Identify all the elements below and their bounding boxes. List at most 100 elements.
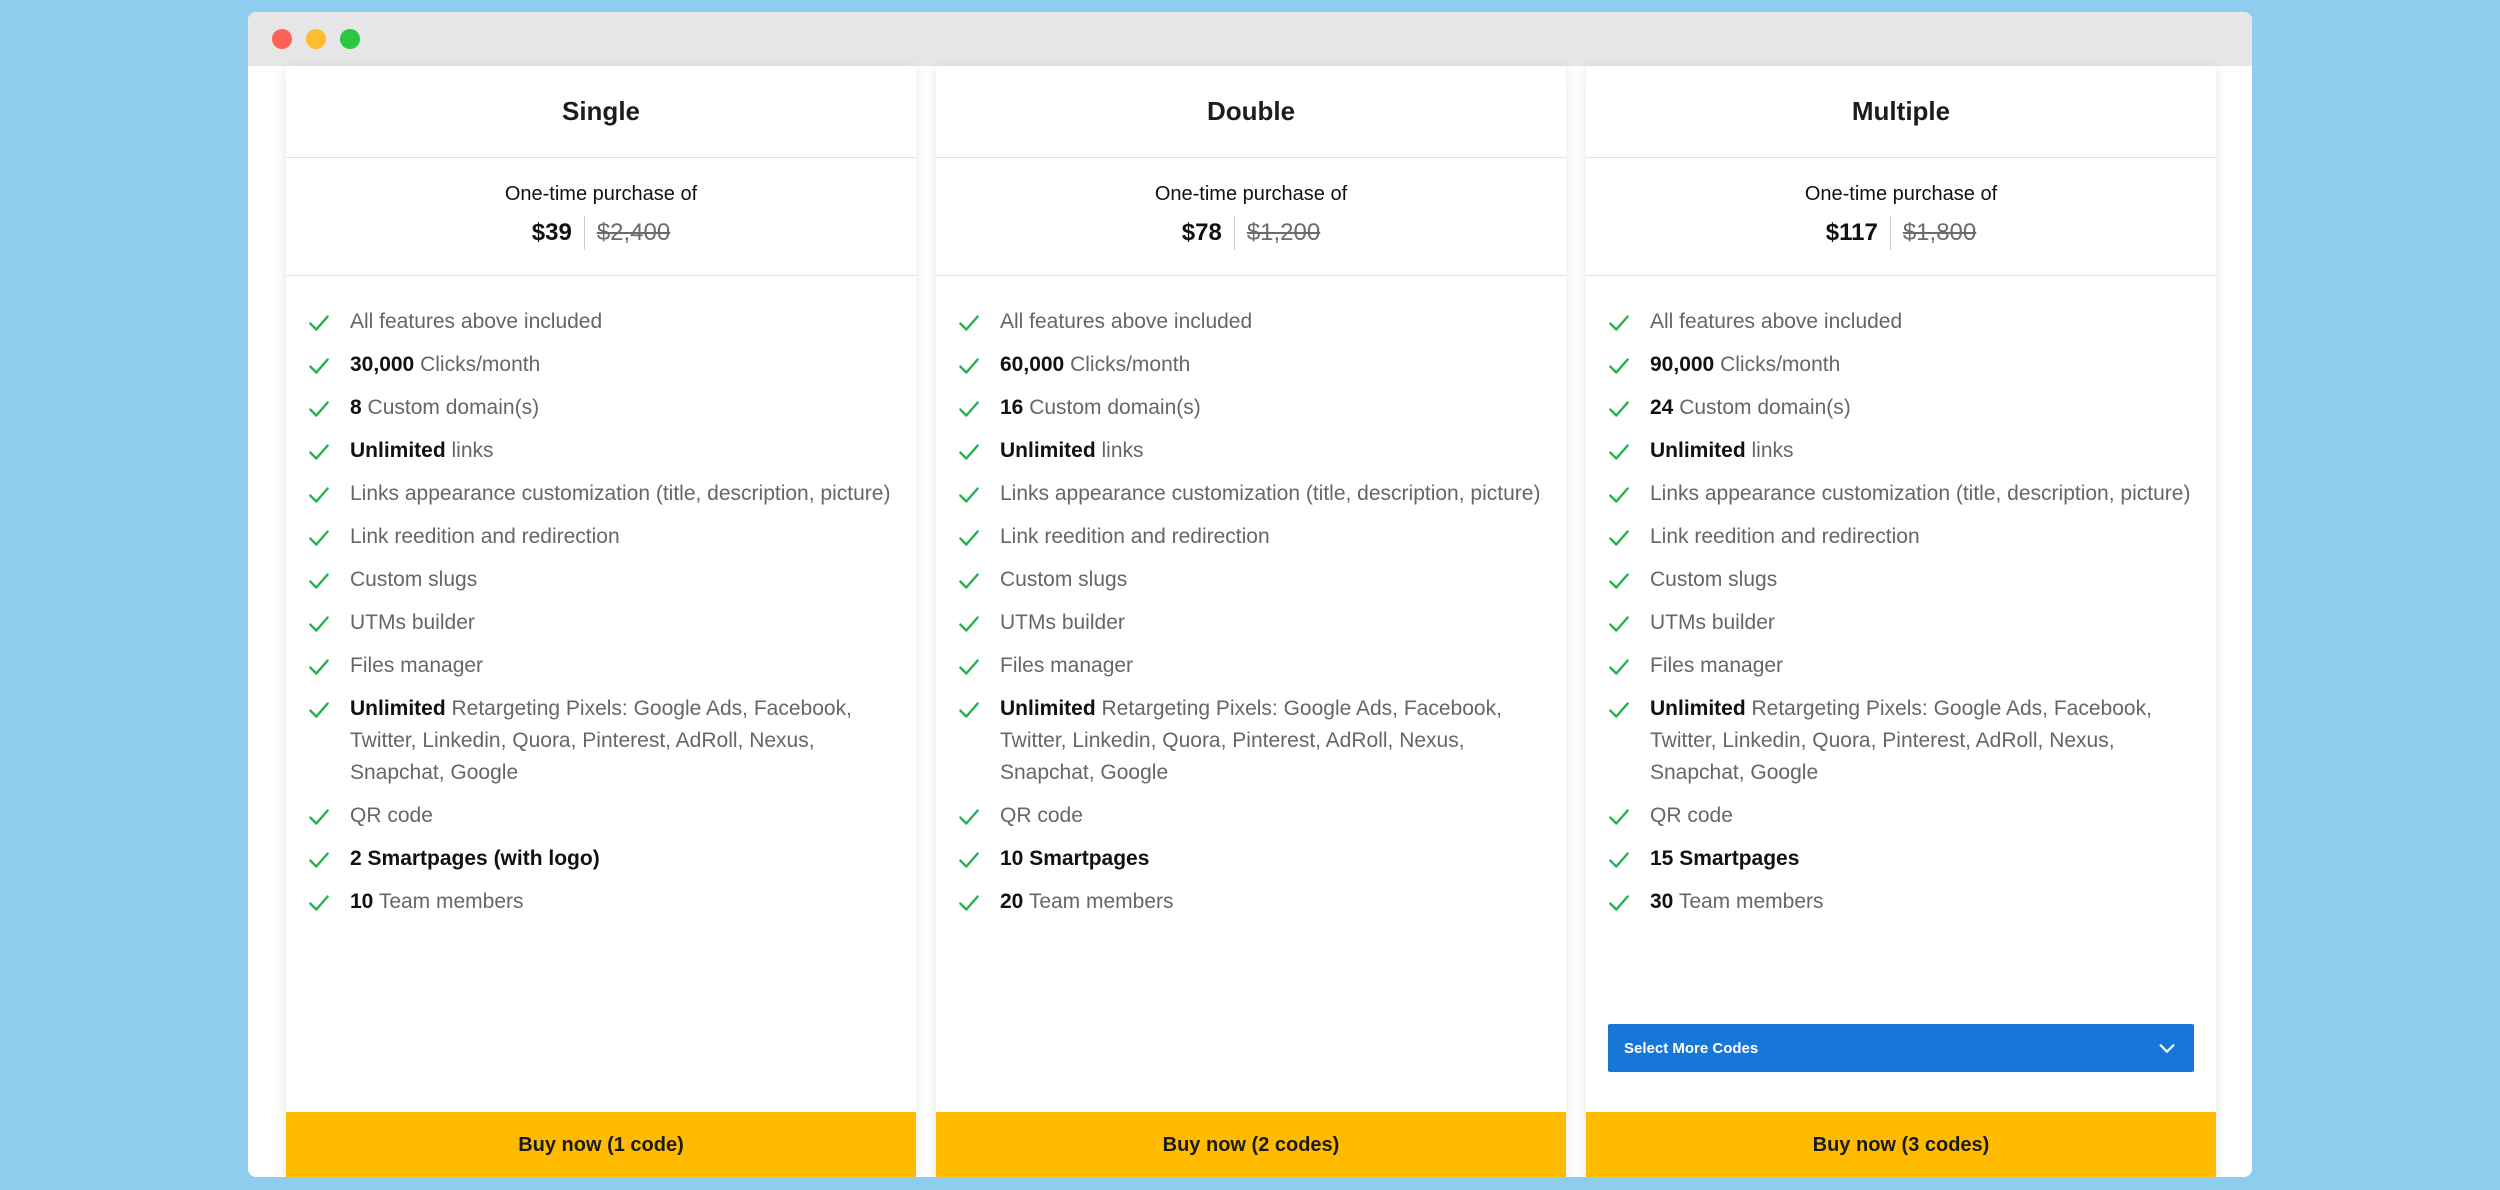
feature-list: All features above included 90,000 Clicks… xyxy=(1586,276,2216,929)
check-icon xyxy=(1609,659,1629,675)
feature-text: Link reedition and redirection xyxy=(1000,521,1270,553)
feature-item: Unlimited Retargeting Pixels: Google Ads… xyxy=(956,693,1546,789)
feature-description: Team members xyxy=(1023,890,1174,913)
feature-item: 10 Smartpages xyxy=(956,843,1546,875)
feature-description: Links appearance customization (title, d… xyxy=(350,482,891,505)
feature-item: 8 Custom domain(s) xyxy=(306,392,896,424)
check-icon xyxy=(959,852,979,868)
plan-title: Single xyxy=(286,66,916,158)
feature-description: Custom domain(s) xyxy=(1673,396,1851,419)
check-icon xyxy=(959,530,979,546)
feature-text: 2 Smartpages (with logo) xyxy=(350,843,600,875)
feature-text: 16 Custom domain(s) xyxy=(1000,392,1201,424)
price-original: $1,200 xyxy=(1246,219,1321,246)
feature-item: Unlimited Retargeting Pixels: Google Ads… xyxy=(1606,693,2196,789)
feature-text: All features above included xyxy=(1000,306,1252,338)
feature-description: Files manager xyxy=(1000,654,1134,677)
check-icon xyxy=(959,358,979,374)
feature-highlight: Unlimited xyxy=(1650,439,1746,462)
price-caption: One-time purchase of xyxy=(504,183,698,205)
feature-text: Links appearance customization (title, d… xyxy=(1650,478,2190,510)
check-icon xyxy=(309,573,329,589)
feature-highlight: 30 xyxy=(1650,890,1674,913)
feature-item: QR code xyxy=(306,800,896,832)
price-original: $1,800 xyxy=(1902,219,1977,246)
feature-item: Files manager xyxy=(956,650,1546,682)
close-window-button[interactable] xyxy=(272,29,292,49)
check-icon xyxy=(1609,895,1629,911)
feature-text: Files manager xyxy=(1650,650,1783,682)
feature-text: Links appearance customization (title, d… xyxy=(1000,478,1540,510)
feature-list: All features above included 60,000 Clicks… xyxy=(936,276,1566,929)
feature-description: Links appearance customization (title, d… xyxy=(1000,482,1541,505)
feature-highlight: 30,000 xyxy=(350,353,415,376)
feature-highlight: Unlimited xyxy=(1000,697,1096,720)
feature-description: links xyxy=(1745,439,1794,462)
feature-item: 15 Smartpages xyxy=(1606,843,2196,875)
price-box: One-time purchase of $78 $1,200 xyxy=(936,158,1566,276)
price-row: $39 $2,400 xyxy=(532,216,670,250)
buy-now-button[interactable]: Buy now (2 codes) xyxy=(936,1112,1566,1177)
feature-item: UTMs builder xyxy=(306,607,896,639)
feature-item: 90,000 Clicks/month xyxy=(1606,349,2196,381)
check-icon xyxy=(309,315,329,331)
check-icon xyxy=(309,852,329,868)
feature-text: Files manager xyxy=(350,650,483,682)
maximize-window-button[interactable] xyxy=(340,29,360,49)
feature-item: Link reedition and redirection xyxy=(1606,521,2196,553)
feature-description: QR code xyxy=(1650,804,1733,827)
feature-text: Unlimited Retargeting Pixels: Google Ads… xyxy=(1650,693,2196,789)
feature-description: Team members xyxy=(373,890,524,913)
window-titlebar xyxy=(248,12,2252,66)
feature-item: Link reedition and redirection xyxy=(956,521,1546,553)
feature-highlight: Unlimited xyxy=(350,697,446,720)
feature-description: All features above included xyxy=(350,310,603,333)
price-caption: One-time purchase of xyxy=(1154,183,1348,205)
check-icon xyxy=(1609,530,1629,546)
check-icon xyxy=(1609,401,1629,417)
check-icon xyxy=(1609,702,1629,718)
feature-description: Clicks/month xyxy=(1064,353,1191,376)
feature-item: All features above included xyxy=(956,306,1546,338)
feature-text: 10 Smartpages xyxy=(1000,843,1149,875)
feature-item: Unlimited Retargeting Pixels: Google Ads… xyxy=(306,693,896,789)
feature-highlight: 15 Smartpages xyxy=(1650,847,1800,870)
select-more-codes-dropdown[interactable]: Select More Codes xyxy=(1608,1024,2194,1072)
check-icon xyxy=(959,659,979,675)
feature-description: QR code xyxy=(1000,804,1083,827)
price-box: One-time purchase of $39 $2,400 xyxy=(286,158,916,276)
feature-item: Files manager xyxy=(1606,650,2196,682)
check-icon xyxy=(309,401,329,417)
feature-text: Custom slugs xyxy=(350,564,477,596)
feature-item: Unlimited links xyxy=(1606,435,2196,467)
feature-text: UTMs builder xyxy=(1000,607,1125,639)
check-icon xyxy=(309,895,329,911)
feature-text: Unlimited links xyxy=(1650,435,1794,467)
check-icon xyxy=(959,616,979,632)
feature-highlight: 10 Smartpages xyxy=(1000,847,1150,870)
feature-description: Links appearance customization (title, d… xyxy=(1650,482,2191,505)
check-icon xyxy=(309,659,329,675)
price-caption: One-time purchase of xyxy=(1804,183,1998,205)
chevron-down-icon xyxy=(2159,1044,2175,1053)
feature-description: links xyxy=(445,439,494,462)
buy-now-button[interactable]: Buy now (1 code) xyxy=(286,1112,916,1177)
feature-item: Custom slugs xyxy=(956,564,1546,596)
check-icon xyxy=(959,809,979,825)
check-icon xyxy=(959,444,979,460)
feature-description: Custom slugs xyxy=(350,568,478,591)
buy-now-button[interactable]: Buy now (3 codes) xyxy=(1586,1112,2216,1177)
check-icon xyxy=(309,702,329,718)
check-icon xyxy=(959,315,979,331)
minimize-window-button[interactable] xyxy=(306,29,326,49)
feature-item: QR code xyxy=(956,800,1546,832)
feature-text: Unlimited links xyxy=(1000,435,1144,467)
feature-item: UTMs builder xyxy=(956,607,1546,639)
feature-description: All features above included xyxy=(1650,310,1903,333)
feature-item: 24 Custom domain(s) xyxy=(1606,392,2196,424)
feature-highlight: Unlimited xyxy=(1000,439,1096,462)
pricing-card-double: Double One-time purchase of $78 $1,200 A… xyxy=(936,66,1566,1177)
feature-description: links xyxy=(1095,439,1144,462)
feature-description: Custom domain(s) xyxy=(1023,396,1201,419)
check-icon xyxy=(1609,444,1629,460)
